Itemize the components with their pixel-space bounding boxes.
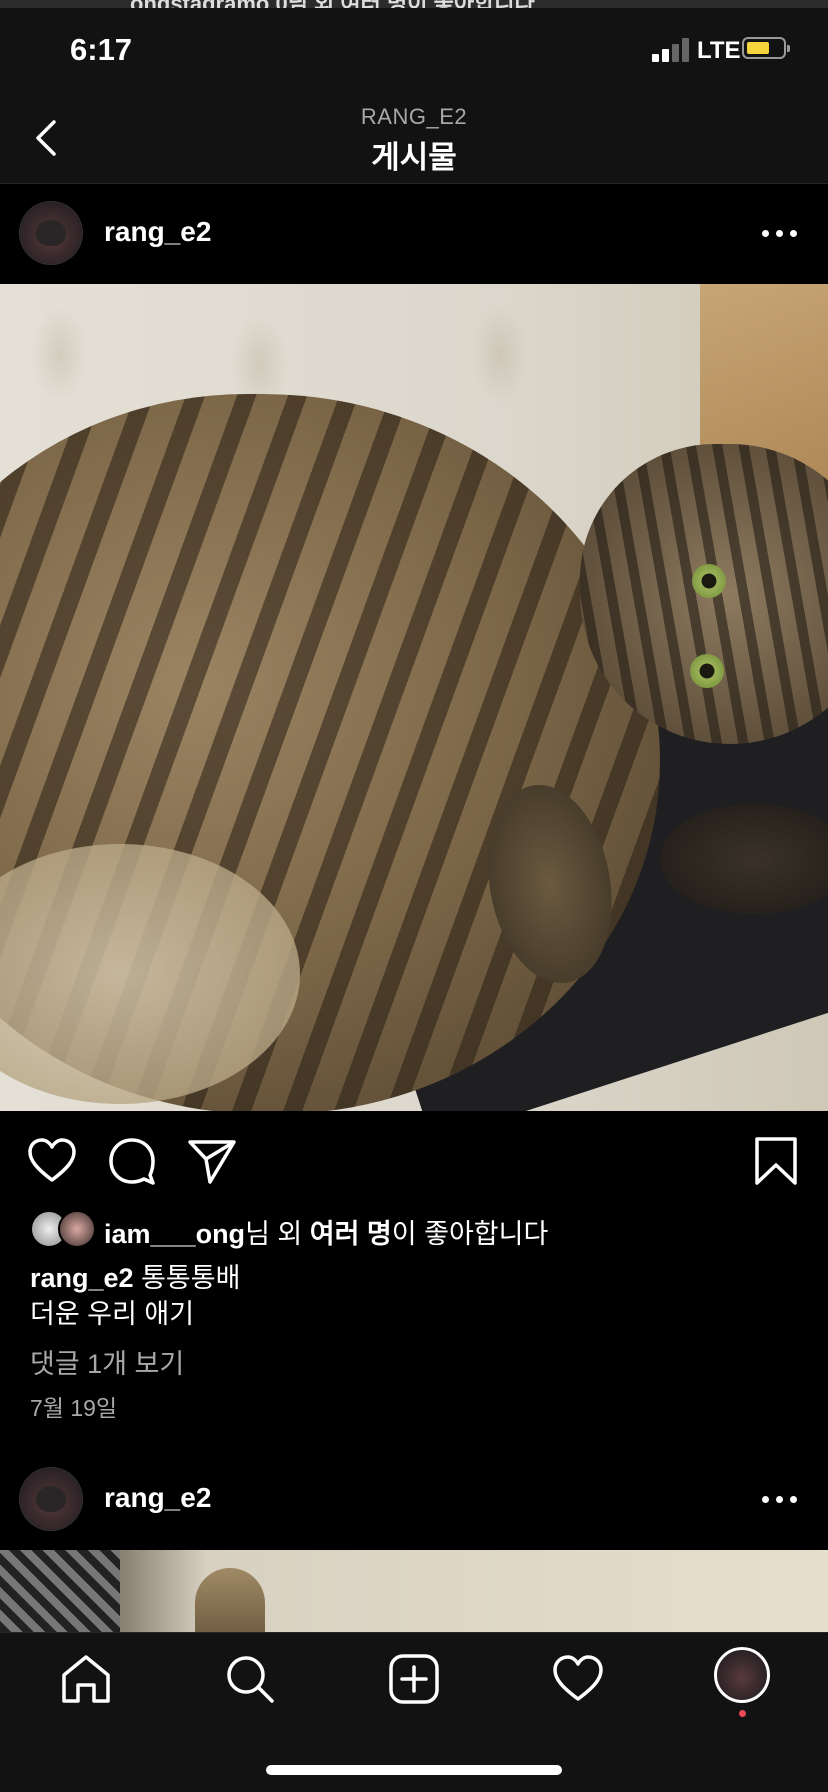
profile-avatar[interactable] xyxy=(714,1647,770,1703)
send-icon[interactable] xyxy=(186,1135,238,1187)
caption-line-2: 더운 우리 애기 xyxy=(30,1299,195,1329)
post-username[interactable]: rang_e2 xyxy=(104,216,211,248)
signal-icon xyxy=(652,38,690,62)
post-header: rang_e2 xyxy=(0,184,828,284)
liker-avatar xyxy=(58,1210,96,1248)
previous-post-likes-strip: ondstagramo 0님 외 여러 명이 좋아합니다 xyxy=(0,0,828,8)
more-horizontal-icon[interactable] xyxy=(762,1484,798,1514)
next-post-header: rang_e2 xyxy=(0,1450,828,1550)
view-comments-link[interactable]: 댓글 1개 보기 xyxy=(30,1342,184,1381)
activity-heart-icon[interactable] xyxy=(550,1651,606,1707)
home-icon[interactable] xyxy=(58,1651,114,1707)
status-time: 6:17 xyxy=(70,32,133,67)
avatar[interactable] xyxy=(20,1468,82,1530)
comment-icon[interactable] xyxy=(106,1135,158,1187)
next-post-image[interactable] xyxy=(0,1550,828,1632)
notification-dot xyxy=(739,1710,746,1717)
next-post-username[interactable]: rang_e2 xyxy=(104,1482,211,1514)
more-horizontal-icon[interactable] xyxy=(762,218,798,248)
nav-bar: RANG_E2 게시물 xyxy=(0,92,828,184)
post-date: 7월 19일 xyxy=(30,1395,118,1421)
add-post-icon[interactable] xyxy=(386,1651,442,1707)
home-indicator[interactable] xyxy=(266,1765,562,1775)
caption-line-1: 통통통배 xyxy=(141,1263,241,1293)
likes-text[interactable]: iam___ong님 외 여러 명이 좋아합니다 xyxy=(104,1212,548,1251)
status-bar: 6:17 LTE xyxy=(0,8,828,92)
likes-others[interactable]: 여러 명 xyxy=(310,1219,392,1249)
network-label: LTE xyxy=(697,37,741,64)
bookmark-icon[interactable] xyxy=(750,1135,802,1187)
nav-subtitle: RANG_E2 xyxy=(360,104,468,129)
page-title: 게시물 xyxy=(371,140,457,175)
liker-username[interactable]: iam___ong xyxy=(104,1219,245,1249)
heart-icon[interactable] xyxy=(26,1135,78,1187)
previous-post-likes-text: ondstagramo 0님 외 여러 명이 좋아합니다 xyxy=(130,0,535,8)
post-actions xyxy=(0,1111,828,1211)
post-image[interactable] xyxy=(0,284,828,1111)
likes-suffix: 이 좋아합니다 xyxy=(391,1219,549,1249)
search-icon[interactable] xyxy=(222,1651,278,1707)
post-caption: rang_e2 통통통배 더운 우리 애기 xyxy=(30,1260,240,1332)
likes-connector: 님 외 xyxy=(245,1219,310,1249)
battery-icon xyxy=(742,37,790,59)
avatar[interactable] xyxy=(20,202,82,264)
caption-username[interactable]: rang_e2 xyxy=(30,1263,134,1293)
